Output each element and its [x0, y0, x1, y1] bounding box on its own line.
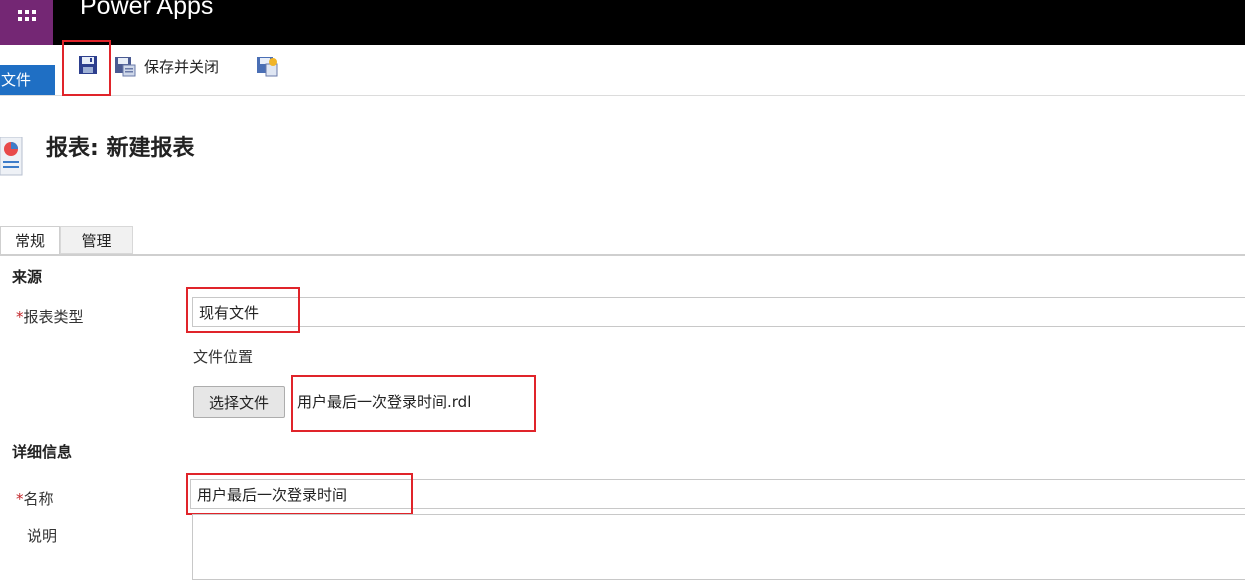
- report-type-highlight: [186, 287, 300, 333]
- report-type-select[interactable]: 现有文件: [192, 297, 1245, 327]
- file-location-label: 文件位置: [193, 348, 254, 366]
- required-mark: *: [16, 308, 24, 326]
- report-icon: [0, 136, 26, 181]
- save-new-icon: [257, 57, 278, 77]
- section-heading-details: 详细信息: [12, 443, 73, 461]
- report-type-label: *报表类型: [16, 306, 84, 327]
- top-bar: Power Apps: [0, 0, 1245, 45]
- page-title: 报表: 新建报表: [46, 136, 195, 161]
- tab-divider: [0, 254, 1245, 256]
- name-label: *名称: [16, 488, 54, 509]
- choose-file-button[interactable]: 选择文件: [193, 386, 285, 418]
- file-name-highlight: [291, 375, 536, 432]
- name-label-text: 名称: [23, 490, 54, 508]
- required-mark: *: [16, 490, 24, 508]
- description-label: 说明: [27, 527, 58, 545]
- tab-administration[interactable]: 管理: [60, 226, 133, 254]
- waffle-icon: [17, 10, 36, 21]
- app-title: Power Apps: [80, 0, 214, 20]
- save-close-icon: [115, 57, 136, 77]
- section-heading-source: 来源: [12, 268, 43, 286]
- tab-general[interactable]: 常规: [0, 226, 60, 254]
- save-highlight: [62, 40, 111, 96]
- name-highlight: [186, 473, 413, 515]
- report-type-label-text: 报表类型: [23, 308, 84, 326]
- save-and-new-button[interactable]: [256, 55, 278, 77]
- file-tab[interactable]: 文件: [0, 65, 55, 95]
- app-launcher-button[interactable]: [0, 0, 53, 45]
- description-textarea[interactable]: [192, 514, 1245, 580]
- save-and-close-button[interactable]: 保存并关闭: [114, 55, 219, 77]
- save-and-close-label: 保存并关闭: [144, 57, 220, 76]
